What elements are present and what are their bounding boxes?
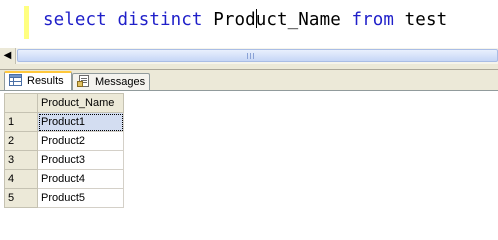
messages-icon xyxy=(77,75,89,87)
column-identifier-end: uct_Name xyxy=(255,10,341,30)
row-number[interactable]: 1 xyxy=(4,112,38,132)
results-grid: Product_Name 1 Product1 2 Product2 3 Pro… xyxy=(4,93,124,208)
grid-corner-cell[interactable] xyxy=(4,93,38,113)
tab-messages-label: Messages xyxy=(95,76,146,88)
arrow-left-icon: ◀ xyxy=(3,50,12,61)
results-grid-area: Product_Name 1 Product1 2 Product2 3 Pro… xyxy=(0,90,498,214)
scroll-thumb[interactable] xyxy=(17,49,498,62)
tab-messages[interactable]: Messages xyxy=(72,73,150,91)
table-row: 2 Product2 xyxy=(4,131,124,151)
grid-cell[interactable]: Product1 xyxy=(37,112,124,132)
table-identifier: test xyxy=(404,10,448,30)
table-row: 5 Product5 xyxy=(4,188,124,208)
table-row: 1 Product1 xyxy=(4,112,124,132)
tab-results-label: Results xyxy=(27,75,64,87)
keyword-distinct: distinct xyxy=(117,10,203,30)
grid-cell[interactable]: Product5 xyxy=(37,188,124,208)
tab-results[interactable]: Results xyxy=(4,71,72,91)
grip-icon xyxy=(247,53,255,59)
scroll-left-button[interactable]: ◀ xyxy=(0,48,16,64)
column-header-product-name[interactable]: Product_Name xyxy=(37,93,124,113)
keyword-from: from xyxy=(351,10,395,30)
table-row: 4 Product4 xyxy=(4,169,124,189)
editor-horizontal-scrollbar[interactable]: ◀ xyxy=(0,48,498,64)
row-number[interactable]: 3 xyxy=(4,150,38,170)
column-identifier-start: Prod xyxy=(213,10,256,30)
keyword-select: select xyxy=(43,10,107,30)
change-indicator-bar xyxy=(24,6,29,39)
grid-cell[interactable]: Product3 xyxy=(37,150,124,170)
results-tabstrip: Results Messages xyxy=(0,70,498,91)
grid-cell[interactable]: Product2 xyxy=(37,131,124,151)
sql-editor[interactable]: select distinct Product_Name from test xyxy=(0,0,498,48)
sql-query-line[interactable]: select distinct Product_Name from test xyxy=(43,8,447,32)
row-number[interactable]: 4 xyxy=(4,169,38,189)
grid-cell[interactable]: Product4 xyxy=(37,169,124,189)
table-row: 3 Product3 xyxy=(4,150,124,170)
row-number[interactable]: 5 xyxy=(4,188,38,208)
row-number[interactable]: 2 xyxy=(4,131,38,151)
grid-icon xyxy=(9,74,22,86)
